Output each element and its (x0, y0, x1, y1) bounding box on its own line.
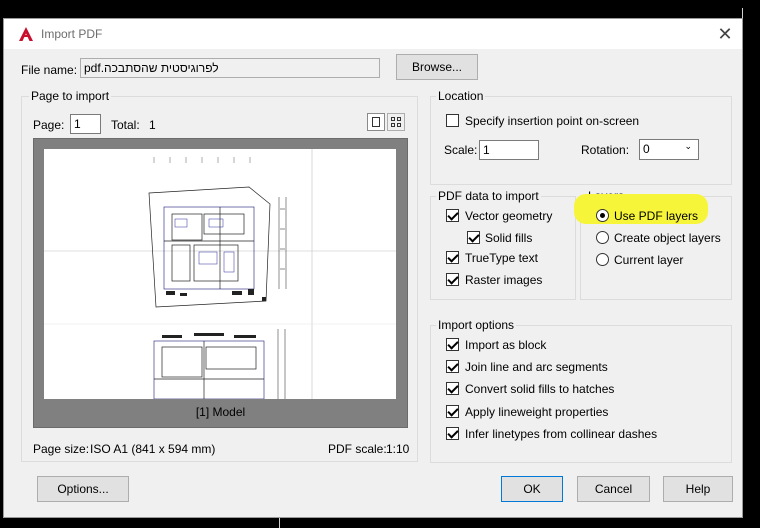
rotation-label: Rotation: (581, 143, 630, 157)
truetype-text-checkbox[interactable] (446, 251, 459, 264)
scale-label: Scale: (444, 143, 478, 157)
current-layer-radio[interactable] (596, 253, 609, 266)
pdf-scale-value: 1:10 (386, 442, 410, 456)
file-name-field[interactable]: לפרוגיסטית שהסתבכה.pdf (80, 58, 380, 78)
truetype-text-label: TrueType text (465, 251, 538, 265)
raster-images-label: Raster images (465, 273, 543, 287)
import-options-title: Import options (436, 318, 517, 332)
scale-input[interactable]: 1 (479, 140, 539, 160)
grid-icon (391, 117, 401, 127)
vector-geometry-checkbox[interactable] (446, 209, 459, 222)
page-size-value: ISO A1 (841 x 594 mm) (90, 442, 216, 456)
page-input[interactable]: 1 (70, 114, 101, 134)
total-label: Total: (111, 118, 140, 132)
location-title: Location (436, 89, 486, 103)
pdf-data-title: PDF data to import (436, 189, 541, 203)
create-object-layers-radio[interactable] (596, 231, 609, 244)
browse-button[interactable]: Browse... (396, 54, 478, 80)
solid-fills-label: Solid fills (485, 231, 533, 245)
file-name-value: לפרוגיסטית שהסתבכה.pdf (84, 61, 219, 75)
page-preview: [1] Model (33, 138, 408, 428)
cancel-button[interactable]: Cancel (577, 476, 650, 502)
preview-caption: [1] Model (195, 405, 246, 419)
import-as-block-label: Import as block (465, 338, 547, 352)
raster-images-checkbox[interactable] (446, 273, 459, 286)
infer-linetypes-label: Infer linetypes from collinear dashes (465, 427, 658, 441)
create-object-layers-label: Create object layers (614, 231, 721, 245)
convert-fills-label: Convert solid fills to hatches (465, 382, 615, 396)
solid-fills-checkbox[interactable] (467, 231, 480, 244)
thumbnail-view-button[interactable] (387, 113, 405, 131)
import-as-block-checkbox[interactable] (446, 338, 459, 351)
ok-button[interactable]: OK (501, 476, 563, 502)
page-value: 1 (74, 117, 81, 131)
options-button[interactable]: Options... (37, 476, 129, 502)
single-page-view-button[interactable] (367, 113, 385, 131)
page-label: Page: (33, 118, 65, 132)
rotation-select[interactable]: 0 ⌄ (639, 139, 699, 160)
page-to-import-title: Page to import (29, 89, 112, 103)
total-value: 1 (149, 118, 156, 132)
use-pdf-layers-radio[interactable] (596, 209, 609, 222)
vector-geometry-label: Vector geometry (465, 209, 553, 223)
specify-insertion-label: Specify insertion point on-screen (465, 114, 640, 128)
file-name-label: File name: (21, 63, 78, 77)
chevron-down-icon: ⌄ (684, 141, 692, 151)
help-button[interactable]: Help (663, 476, 733, 502)
infer-linetypes-checkbox[interactable] (446, 427, 459, 440)
single-page-icon (372, 117, 380, 127)
pdf-scale-label: PDF scale: (328, 442, 387, 456)
rotation-value: 0 (643, 142, 650, 156)
apply-lineweight-label: Apply lineweight properties (465, 405, 609, 419)
close-button[interactable]: ✕ (712, 22, 738, 46)
background-line (742, 8, 743, 18)
join-segments-checkbox[interactable] (446, 360, 459, 373)
specify-insertion-checkbox[interactable] (446, 114, 459, 127)
import-pdf-dialog: Import PDF ✕ File name: לפרוגיסטית שהסתב… (3, 18, 743, 518)
convert-fills-checkbox[interactable] (446, 382, 459, 395)
join-segments-label: Join line and arc segments (465, 360, 608, 374)
title-bar: Import PDF ✕ (4, 19, 742, 49)
floor-plan-drawing (44, 149, 396, 399)
use-pdf-layers-label: Use PDF layers (614, 209, 699, 223)
apply-lineweight-checkbox[interactable] (446, 405, 459, 418)
autocad-a-icon (19, 27, 33, 41)
page-size-label: Page size: (33, 442, 90, 456)
scale-value: 1 (483, 143, 490, 157)
preview-page-thumbnail (44, 149, 396, 399)
dialog-title: Import PDF (41, 27, 103, 41)
current-layer-label: Current layer (614, 253, 684, 267)
